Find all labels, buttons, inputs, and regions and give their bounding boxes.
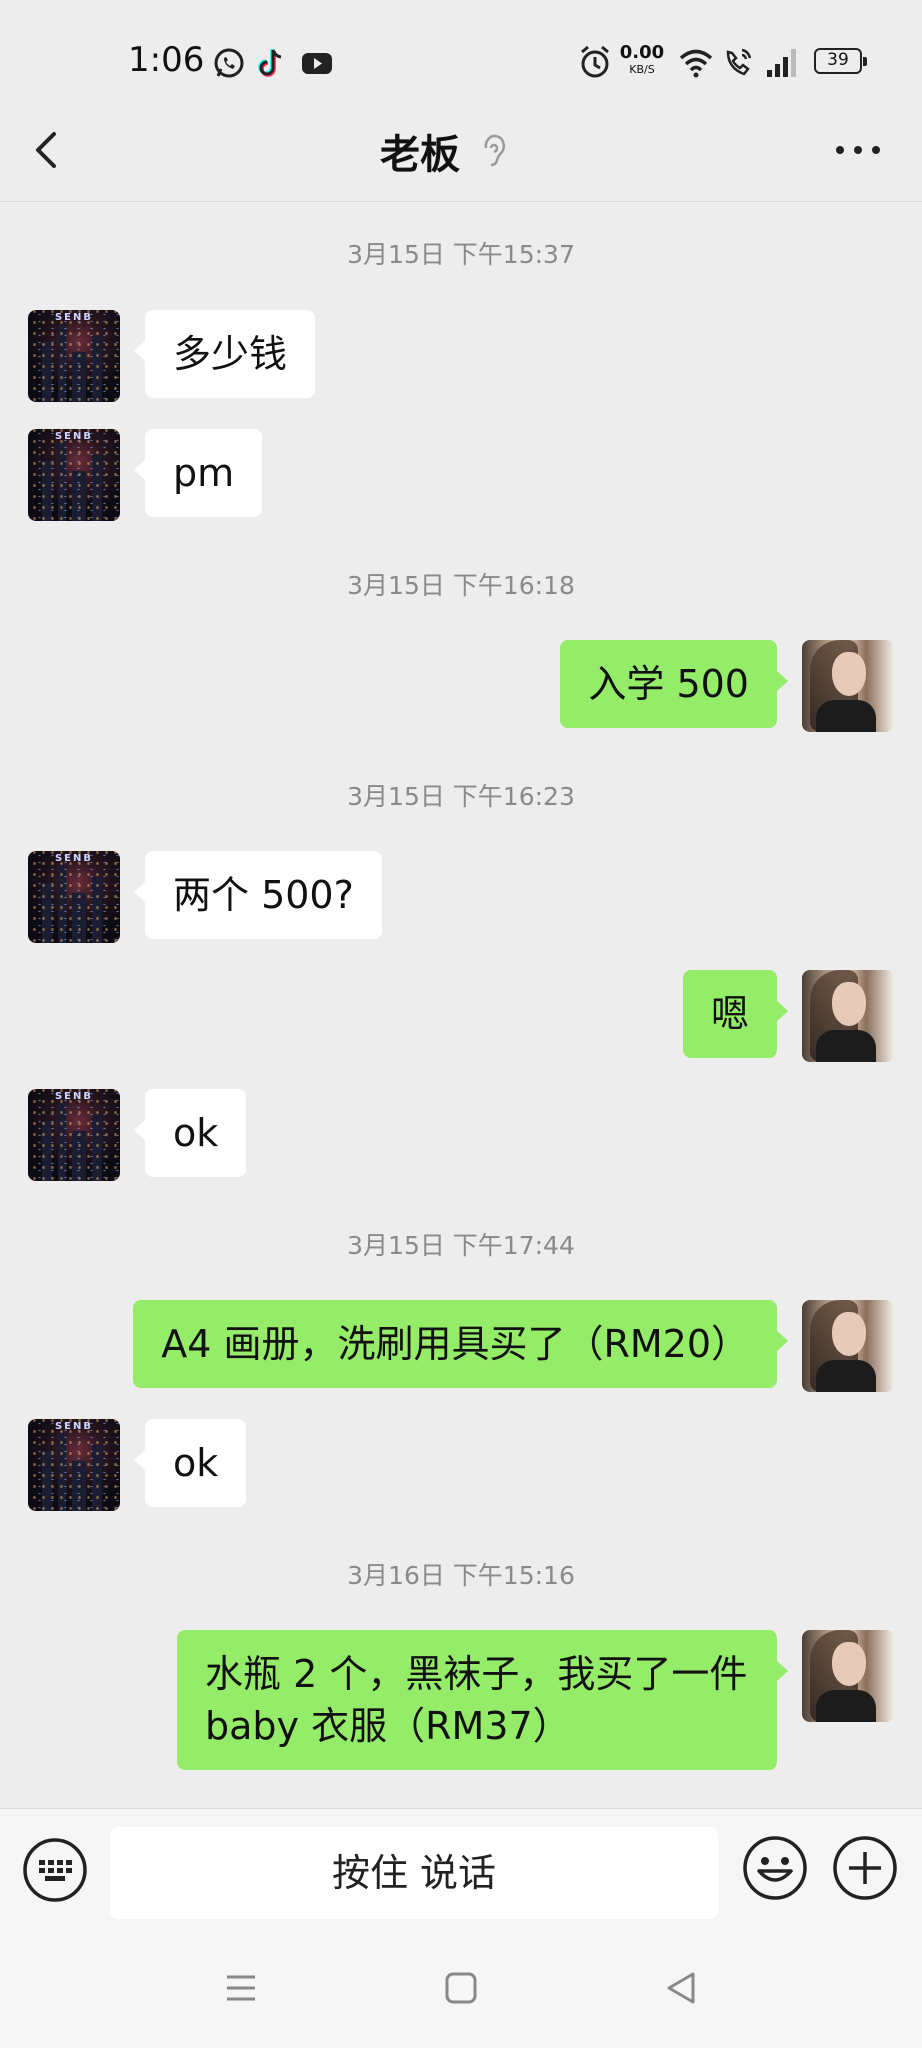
timestamp: 3月15日 下午16:18 [347, 571, 575, 600]
timestamp: 3月15日 下午15:37 [347, 240, 575, 269]
back-triangle-icon[interactable] [661, 1968, 701, 2008]
youtube-icon [302, 53, 332, 74]
message-bubble-outgoing[interactable]: 水瓶 2 个，黑袜子，我买了一件 baby 衣服（RM37） [177, 1630, 788, 1770]
message-bubble-outgoing[interactable]: A4 画册，洗刷用具买了（RM20） [133, 1300, 788, 1388]
my-avatar[interactable] [802, 970, 894, 1062]
avatar-brand: SENB [54, 1091, 94, 1102]
avatar-brand: SENB [54, 312, 94, 323]
emoji-icon[interactable] [742, 1835, 808, 1901]
contact-avatar[interactable]: SENB [28, 310, 120, 402]
message-bubble-incoming[interactable]: 多少钱 [133, 310, 316, 398]
more-icon[interactable] [830, 130, 886, 170]
status-time: 1:06 [128, 40, 205, 80]
chat-title-wrap: 老板 [380, 122, 508, 180]
message-list[interactable]: 3月15日 下午15:37 SENB 多少钱 SENB pm 3月15日 下午1… [0, 203, 922, 1807]
message-bubble-incoming[interactable]: ok [133, 1089, 247, 1177]
hold-to-talk-button[interactable]: 按住 说话 [110, 1827, 718, 1919]
contact-avatar[interactable]: SENB [28, 851, 120, 943]
plus-icon[interactable] [832, 1835, 898, 1901]
keyboard-icon[interactable] [22, 1837, 88, 1903]
message-line: 水瓶 2 个，黑袜子，我买了一件 [205, 1652, 748, 1696]
signal-icon [767, 49, 796, 77]
timestamp: 3月15日 下午17:44 [347, 1231, 575, 1260]
my-avatar[interactable] [802, 1630, 894, 1722]
contact-avatar[interactable]: SENB [28, 429, 120, 521]
tiktok-icon [258, 49, 282, 77]
wifi-call-icon [726, 48, 752, 76]
network-speed: 0.00 KB/S [618, 42, 666, 76]
alarm-icon [581, 45, 609, 78]
battery-icon: 39 [814, 48, 867, 74]
contact-avatar[interactable]: SENB [28, 1089, 120, 1181]
network-speed-value: 0.00 [619, 42, 665, 63]
input-bar: 按住 说话 [0, 1808, 922, 1926]
system-nav-bar [0, 1926, 922, 2048]
menu-icon[interactable] [221, 1968, 261, 2008]
chat-title: 老板 [380, 132, 460, 178]
contact-avatar[interactable]: SENB [28, 1419, 120, 1511]
timestamp: 3月15日 下午16:23 [347, 782, 575, 811]
whatsapp-icon [214, 48, 244, 78]
avatar-brand: SENB [54, 853, 94, 864]
avatar-brand: SENB [54, 1421, 94, 1432]
timestamp: 3月16日 下午15:16 [347, 1561, 575, 1590]
back-icon[interactable] [24, 120, 84, 180]
message-bubble-incoming[interactable]: 两个 500? [134, 851, 382, 939]
chat-header: 老板 [0, 100, 922, 202]
avatar-brand: SENB [54, 431, 94, 442]
ear-icon [484, 134, 506, 167]
wifi-icon [679, 49, 713, 78]
network-speed-unit: KB/S [629, 63, 655, 76]
home-icon[interactable] [441, 1968, 481, 2008]
message-bubble-outgoing[interactable]: 入学 500 [560, 640, 788, 728]
message-bubble-outgoing[interactable]: 嗯 [682, 970, 789, 1058]
my-avatar[interactable] [802, 640, 894, 732]
message-bubble-incoming[interactable]: pm [133, 429, 263, 517]
message-line: baby 衣服（RM37） [205, 1704, 571, 1748]
message-bubble-incoming[interactable]: ok [133, 1419, 247, 1507]
my-avatar[interactable] [802, 1300, 894, 1392]
